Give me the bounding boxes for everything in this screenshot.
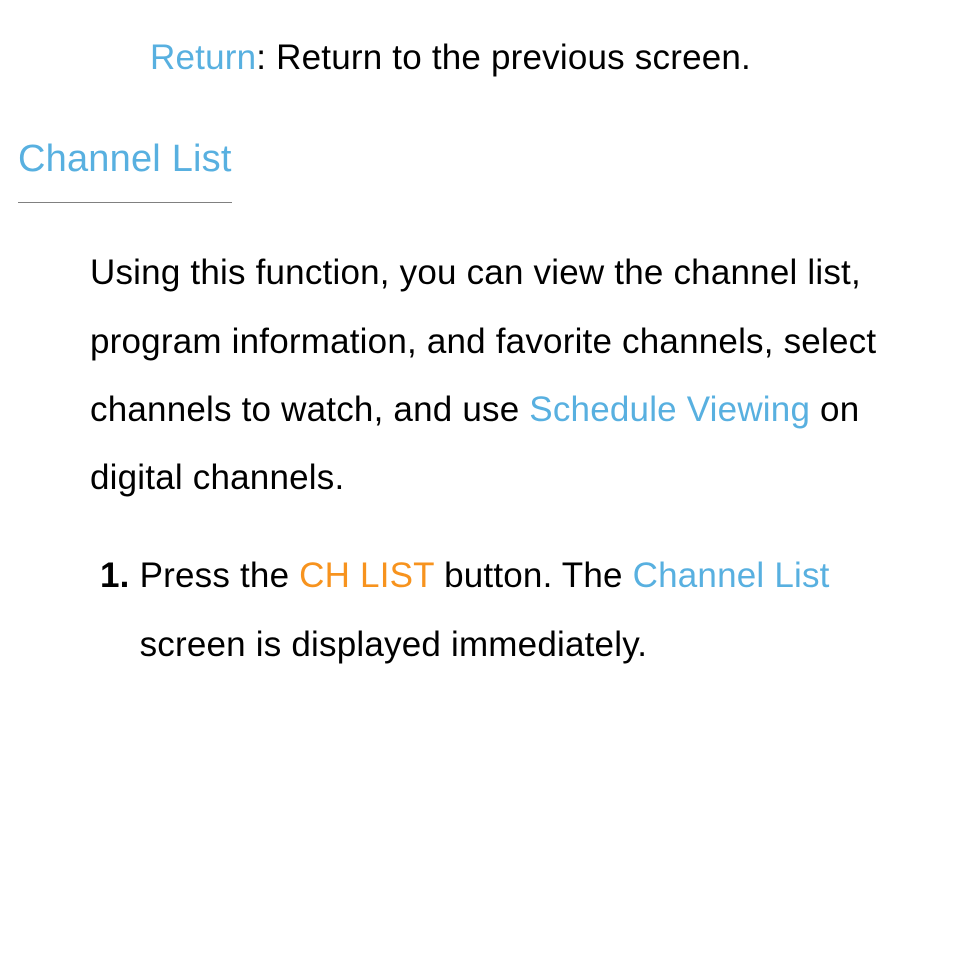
step-1-text-1: Press the [140,556,300,595]
step-1-body: Press the CH LIST button. The Channel Li… [140,542,914,679]
return-item: Return: Return to the previous screen. [150,24,914,92]
step-1-text-3: screen is displayed immediately. [140,625,648,664]
return-description: Return to the previous screen. [276,38,751,77]
schedule-viewing-label: Schedule Viewing [529,390,810,429]
section-heading: Channel List [18,122,232,203]
section-heading-wrap: Channel List [40,92,914,239]
channel-list-screen-label: Channel List [633,556,830,595]
ch-list-button-label: CH LIST [299,556,434,595]
return-colon: : [256,38,276,77]
document-page: Return: Return to the previous screen. C… [0,0,954,977]
return-label: Return [150,38,256,77]
intro-paragraph: Using this function, you can view the ch… [90,239,914,512]
step-1-text-2: button. The [434,556,632,595]
step-1-number: 1. [100,542,130,679]
step-1: 1. Press the CH LIST button. The Channel… [100,542,914,679]
